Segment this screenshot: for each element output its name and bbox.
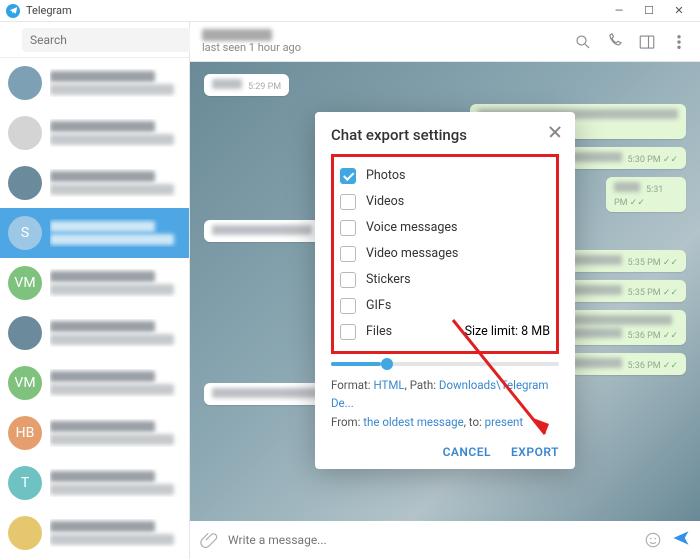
format-info: Format: HTML, Path: Downloads\Telegram D… — [331, 376, 559, 431]
opt-files[interactable]: Files — [340, 324, 392, 340]
export-dialog: Chat export settings Photos Videos Voice… — [315, 112, 575, 469]
dialog-title: Chat export settings — [331, 126, 559, 144]
checkbox[interactable] — [340, 246, 356, 262]
checkbox[interactable] — [340, 272, 356, 288]
opt-stickers[interactable]: Stickers — [338, 267, 552, 293]
chat-item[interactable] — [0, 108, 189, 158]
window-titlebar: Telegram — ☐ ✕ — [0, 0, 700, 22]
close-icon[interactable] — [547, 124, 563, 140]
checkbox[interactable] — [340, 298, 356, 314]
highlight-box: Photos Videos Voice messages Video messa… — [331, 154, 559, 354]
export-button[interactable]: EXPORT — [511, 445, 559, 459]
telegram-icon — [6, 4, 20, 18]
chat-item[interactable] — [0, 58, 189, 108]
checkbox[interactable] — [340, 220, 356, 236]
opt-videos[interactable]: Videos — [338, 189, 552, 215]
format-link[interactable]: HTML — [373, 378, 404, 392]
size-limit-label: Size limit: 8 MB — [465, 324, 550, 339]
chat-item-active[interactable]: S — [0, 208, 189, 258]
sidebar: S VM VM HB T — [0, 22, 190, 559]
opt-videomsg[interactable]: Video messages — [338, 241, 552, 267]
search-input[interactable] — [22, 28, 194, 52]
chat-list: S VM VM HB T — [0, 58, 189, 559]
from-link[interactable]: the oldest message — [363, 415, 463, 429]
chat-item[interactable]: HB — [0, 408, 189, 458]
checkbox[interactable] — [340, 168, 356, 184]
chat-item[interactable]: T — [0, 458, 189, 508]
chat-item[interactable]: VM — [0, 358, 189, 408]
window-title: Telegram — [26, 4, 72, 17]
size-slider[interactable] — [331, 362, 559, 366]
opt-voice[interactable]: Voice messages — [338, 215, 552, 241]
chat-main: last seen 1 hour ago 5:29 PM 5:30 PM 5:3… — [190, 22, 700, 559]
opt-photos[interactable]: Photos — [338, 163, 552, 189]
window-maximize[interactable]: ☐ — [634, 4, 664, 17]
window-close[interactable]: ✕ — [664, 4, 694, 17]
cancel-button[interactable]: CANCEL — [443, 445, 491, 459]
chat-item[interactable]: VM — [0, 258, 189, 308]
checkbox[interactable] — [340, 324, 356, 340]
opt-gifs[interactable]: GIFs — [338, 293, 552, 319]
to-link[interactable]: present — [485, 415, 524, 429]
chat-item[interactable] — [0, 158, 189, 208]
dialog-overlay: Chat export settings Photos Videos Voice… — [190, 22, 700, 559]
chat-item[interactable] — [0, 508, 189, 558]
checkbox[interactable] — [340, 194, 356, 210]
chat-item[interactable] — [0, 308, 189, 358]
menu-icon[interactable] — [8, 29, 14, 51]
window-minimize[interactable]: — — [604, 4, 634, 17]
